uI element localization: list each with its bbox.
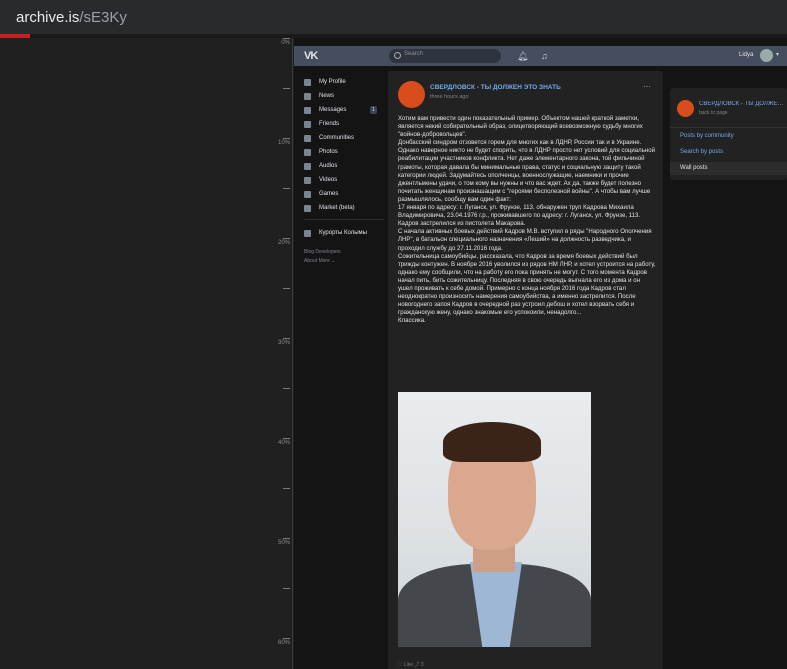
friends-icon <box>304 120 311 128</box>
wall-post: СВЕРДЛОВСК - ТЫ ДОЛЖЕН ЭТО ЗНАТЬ three h… <box>388 71 663 669</box>
ruler-tick <box>283 238 290 239</box>
sidebar: My Profile News Messages 1 Friends Commun… <box>304 75 384 266</box>
panel-community-title[interactable]: СВЕРДЛОВСК - ТЫ ДОЛЖЕН ЭТО ЗНАТЬ <box>699 101 785 107</box>
ruler-tick <box>283 338 290 339</box>
messages-count-badge: 1 <box>370 106 377 114</box>
post-author[interactable]: СВЕРДЛОВСК - ТЫ ДОЛЖЕН ЭТО ЗНАТЬ <box>430 84 561 91</box>
video-icon <box>304 176 311 184</box>
panel-divider <box>670 127 787 128</box>
sidebar-item-community-link[interactable]: Курорты Колымы <box>304 226 384 240</box>
ruler-label: 0% <box>281 40 290 46</box>
back-to-page-link[interactable]: back to page <box>699 110 728 116</box>
ruler-tick <box>283 588 290 589</box>
post-photo[interactable] <box>398 392 591 647</box>
vk-page: VK Search 🔔︎ ♫ Lidya ▾ My Profile News M… <box>294 38 787 669</box>
sidebar-item-photos[interactable]: Photos <box>304 145 384 159</box>
ruler-label: 30% <box>277 340 290 346</box>
ruler-tick <box>283 638 290 639</box>
sidebar-divider <box>304 219 384 220</box>
music-icon <box>304 162 311 170</box>
ruler-label: 20% <box>277 240 290 246</box>
more-options-icon[interactable]: ⋯ <box>643 82 652 91</box>
ruler-tick <box>283 38 290 39</box>
post-actions[interactable]: ♡ Like ⤴ 3 <box>398 661 424 668</box>
ruler-tick <box>283 538 290 539</box>
games-icon <box>304 190 311 198</box>
ruler-tick <box>283 488 290 489</box>
communities-icon <box>304 134 311 142</box>
home-icon <box>304 78 311 86</box>
archive-scroll-ruler: 0% 10% 20% 30% 40% 50% 60% <box>0 38 293 669</box>
lock-icon <box>0 12 8 22</box>
browser-address-bar[interactable]: archive.is/sE3Ky <box>0 0 787 34</box>
ruler-tick <box>283 288 290 289</box>
url-text[interactable]: archive.is/sE3Ky <box>16 9 127 26</box>
sidebar-item-messages[interactable]: Messages 1 <box>304 103 384 117</box>
sidebar-item-friends[interactable]: Friends <box>304 117 384 131</box>
avatar[interactable] <box>760 49 773 62</box>
search-input[interactable]: Search <box>389 49 501 63</box>
vk-logo-icon[interactable]: VK <box>304 50 318 62</box>
sidebar-item-communities[interactable]: Communities <box>304 131 384 145</box>
community-avatar[interactable] <box>677 100 694 117</box>
post-text: Хотим вам привести один показательный пр… <box>398 115 656 325</box>
user-name[interactable]: Lidya <box>739 52 753 58</box>
chevron-down-icon[interactable]: ▾ <box>776 51 779 58</box>
sidebar-item-audios[interactable]: Audios <box>304 159 384 173</box>
ruler-tick <box>283 188 290 189</box>
ruler-label: 50% <box>277 540 290 546</box>
wall-filter-panel: СВЕРДЛОВСК - ТЫ ДОЛЖЕН ЭТО ЗНАТЬ back to… <box>670 88 787 180</box>
sidebar-item-news[interactable]: News <box>304 89 384 103</box>
camera-icon <box>304 148 311 156</box>
shop-icon <box>304 204 311 212</box>
ruler-tick <box>283 88 290 89</box>
vk-header: VK Search 🔔︎ ♫ Lidya ▾ <box>294 46 787 66</box>
sidebar-item-my-profile[interactable]: My Profile <box>304 75 384 89</box>
search-placeholder: Search <box>404 51 424 57</box>
ruler-label: 60% <box>277 640 290 646</box>
sidebar-item-videos[interactable]: Videos <box>304 173 384 187</box>
sidebar-item-market[interactable]: Market (beta) <box>304 201 384 215</box>
community-avatar-icon <box>304 229 311 237</box>
music-icon[interactable]: ♫ <box>541 51 548 61</box>
post-timestamp[interactable]: three hours ago <box>430 94 469 100</box>
news-icon <box>304 92 311 100</box>
chat-icon <box>304 106 311 114</box>
community-avatar[interactable] <box>398 81 425 108</box>
posts-by-community-link[interactable]: Posts by community <box>680 133 734 139</box>
search-icon <box>394 52 401 59</box>
ruler-label: 10% <box>277 140 290 146</box>
bell-icon[interactable]: 🔔︎ <box>517 51 528 61</box>
wall-posts-tab[interactable]: Wall posts <box>670 162 787 175</box>
sidebar-item-games[interactable]: Games <box>304 187 384 201</box>
sidebar-footer-links[interactable]: Blog Developers About More ⌄ <box>304 248 384 266</box>
search-by-posts-link[interactable]: Search by posts <box>680 149 723 155</box>
ruler-tick <box>283 438 290 439</box>
ruler-tick <box>283 138 290 139</box>
ruler-tick <box>283 388 290 389</box>
ruler-label: 40% <box>277 440 290 446</box>
